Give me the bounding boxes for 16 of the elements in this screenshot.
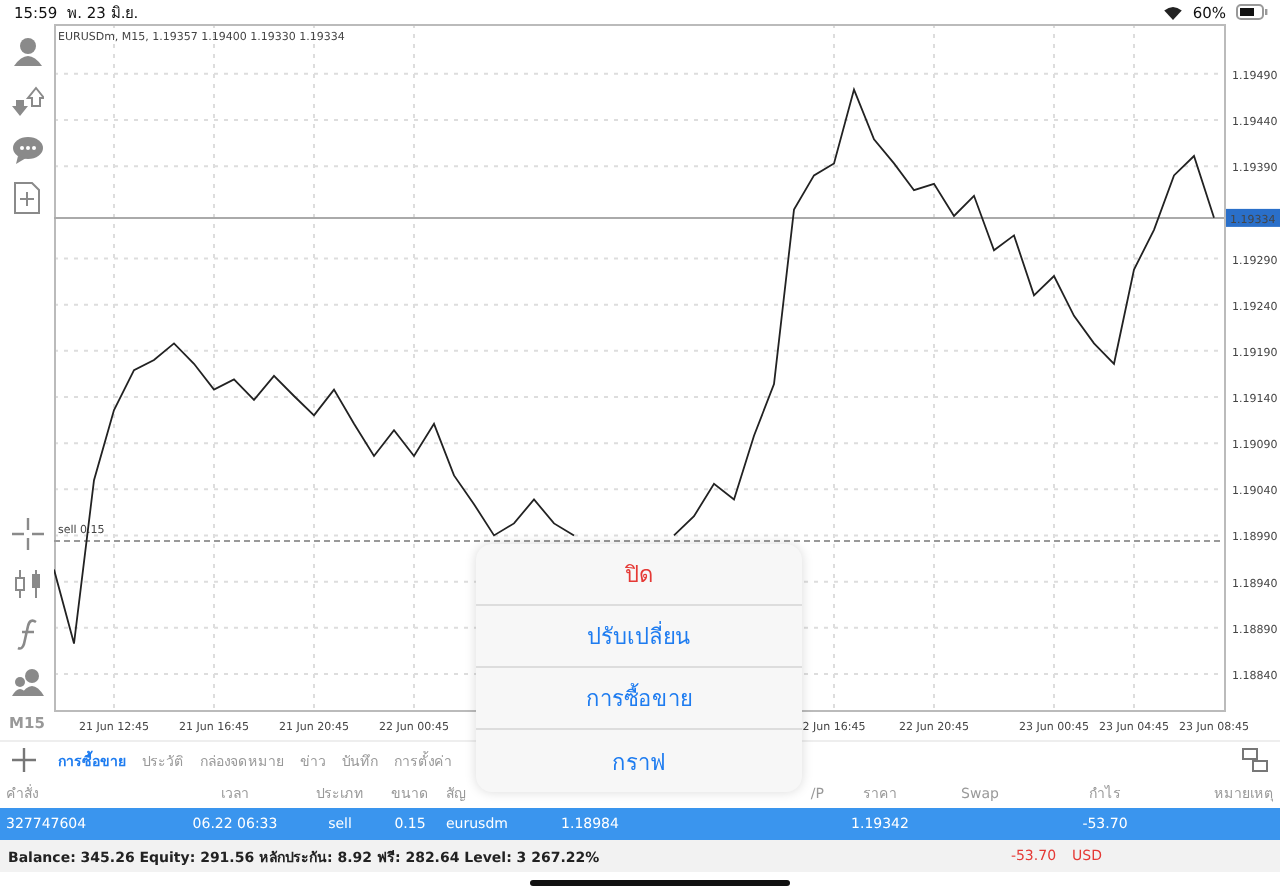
crosshair-icon[interactable] xyxy=(11,518,43,550)
chat-icon[interactable] xyxy=(11,136,43,164)
menu-item[interactable]: การซื้อขาย xyxy=(476,668,802,730)
people-icon[interactable] xyxy=(11,668,43,696)
new-document-icon[interactable] xyxy=(14,182,40,214)
layout-icon[interactable] xyxy=(1242,748,1268,772)
wifi-icon xyxy=(1164,5,1183,19)
menu-item[interactable]: กราฟ xyxy=(476,730,802,792)
trade-arrows-icon[interactable] xyxy=(11,86,43,118)
menu-item[interactable]: ปิด xyxy=(476,544,802,606)
candlestick-icon[interactable] xyxy=(11,568,43,600)
menu-item[interactable]: ปรับเปลี่ยน xyxy=(476,606,802,668)
add-icon[interactable] xyxy=(12,748,36,772)
function-icon[interactable] xyxy=(15,618,39,650)
account-icon[interactable] xyxy=(11,36,43,68)
battery-icon xyxy=(1236,4,1268,20)
